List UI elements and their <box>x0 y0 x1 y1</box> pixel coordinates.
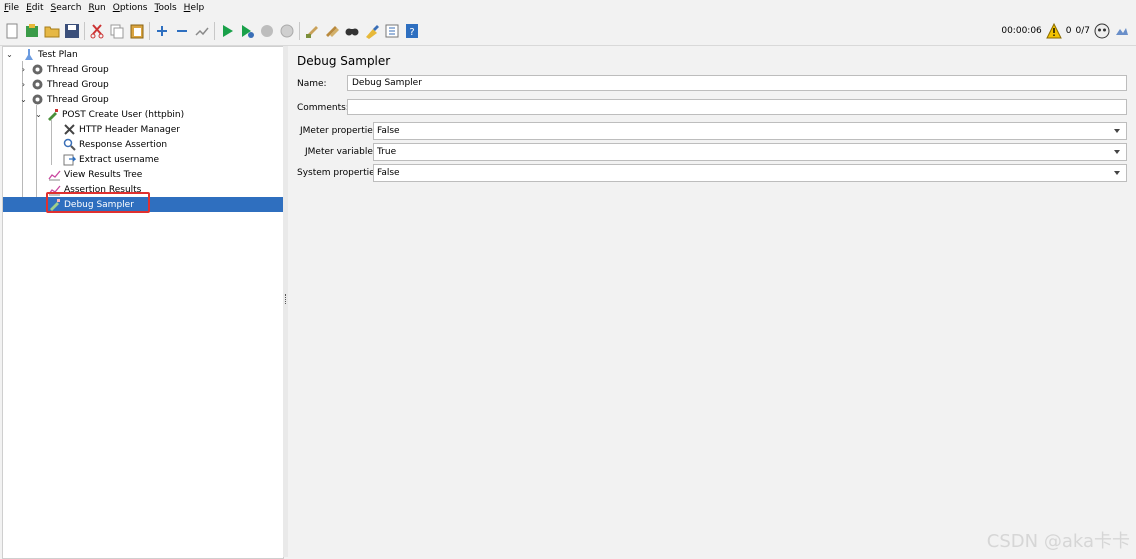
elapsed-timer: 00:00:06 <box>1001 26 1042 36</box>
tree-item-header-manager[interactable]: HTTP Header Manager <box>3 122 283 137</box>
menu-file[interactable]: File <box>0 0 22 16</box>
panel-title: Debug Sampler <box>297 54 391 68</box>
toolbar: ? 00:00:06 0 0/7 <box>0 17 1136 46</box>
jmeter-properties-value: False <box>377 126 400 136</box>
toolbar-separator <box>214 22 215 40</box>
system-properties-label: System properties: <box>297 168 383 178</box>
jmeter-properties-label: JMeter properties: <box>300 126 381 136</box>
search-icon[interactable] <box>344 23 360 39</box>
annotation-highlight-box <box>46 192 150 213</box>
paste-icon[interactable] <box>129 23 145 39</box>
comments-label: Comments: <box>297 103 349 113</box>
svg-text:?: ? <box>409 27 414 38</box>
toolbar-separator <box>149 22 150 40</box>
cut-icon[interactable] <box>89 23 105 39</box>
expand-arrow-icon[interactable]: › <box>19 80 28 89</box>
help-icon[interactable]: ? <box>404 23 420 39</box>
tree-item-thread-group[interactable]: › Thread Group <box>3 77 283 92</box>
collapse-arrow-icon[interactable]: ⌄ <box>19 95 28 104</box>
menu-tools[interactable]: Tools <box>150 0 179 16</box>
copy-icon[interactable] <box>109 23 125 39</box>
chevron-down-icon[interactable] <box>1114 150 1120 154</box>
chevron-down-icon[interactable] <box>1114 171 1120 175</box>
warning-icon[interactable] <box>1045 23 1062 39</box>
gear-icon <box>31 78 44 91</box>
extractor-icon <box>63 153 76 166</box>
menu-edit[interactable]: Edit <box>22 0 46 16</box>
tree-item-test-plan[interactable]: ⌄ Test Plan <box>3 47 283 62</box>
toolbar-separator <box>84 22 85 40</box>
warning-count: 0 <box>1065 26 1072 36</box>
templates-icon[interactable] <box>24 23 40 39</box>
menu-run[interactable]: Run <box>84 0 108 16</box>
clear-icon[interactable] <box>304 23 320 39</box>
start-icon[interactable] <box>219 23 235 39</box>
test-plan-tree[interactable]: ⌄ Test Plan › Thread Group › Thread Grou… <box>2 46 284 559</box>
test-plan-icon <box>22 48 35 61</box>
chart-icon <box>48 168 61 181</box>
new-icon[interactable] <box>4 23 20 39</box>
jmeter-variables-select[interactable]: True <box>373 143 1127 161</box>
run-status: 00:00:06 0 0/7 <box>997 17 1130 45</box>
comments-row: Comments: <box>297 100 349 116</box>
system-properties-select[interactable]: False <box>373 164 1127 182</box>
watermark: CSDN @aka卡卡 <box>986 531 1130 552</box>
collapse-arrow-icon[interactable]: ⌄ <box>34 110 43 119</box>
system-properties-value: False <box>377 168 400 178</box>
magnifier-icon <box>63 138 76 151</box>
status-indicator-icon <box>1094 23 1110 39</box>
name-input[interactable]: Debug Sampler <box>347 75 1127 91</box>
expand-arrow-icon[interactable]: › <box>19 65 28 74</box>
system-properties-row: System properties: <box>297 165 382 181</box>
panel-splitter[interactable] <box>283 46 288 557</box>
tree-item-thread-group[interactable]: ⌄ Thread Group <box>3 92 283 107</box>
function-helper-icon[interactable] <box>384 23 400 39</box>
active-threads: 0/7 <box>1075 26 1090 36</box>
menu-search[interactable]: Search <box>47 0 85 16</box>
open-icon[interactable] <box>44 23 60 39</box>
toolbar-separator <box>299 22 300 40</box>
collapse-arrow-icon[interactable]: ⌄ <box>5 50 14 59</box>
jmeter-variables-label: JMeter variables: <box>305 147 381 157</box>
menu-help[interactable]: Help <box>180 0 208 16</box>
splitter-grip[interactable] <box>285 294 287 304</box>
tools-icon <box>63 123 76 136</box>
comments-input[interactable] <box>347 99 1127 115</box>
start-no-pauses-icon[interactable] <box>239 23 255 39</box>
name-label: Name: <box>297 79 327 89</box>
tree-item-response-assertion[interactable]: Response Assertion <box>3 137 283 152</box>
pipette-icon <box>46 108 59 121</box>
menu-options[interactable]: Options <box>109 0 151 16</box>
shutdown-icon[interactable] <box>279 23 295 39</box>
tree-item-extractor[interactable]: Extract username <box>3 152 283 167</box>
tree-item-http-sampler[interactable]: ⌄ POST Create User (httpbin) <box>3 107 283 122</box>
name-row: Name: <box>297 76 327 92</box>
gear-icon <box>31 63 44 76</box>
log-viewer-icon[interactable] <box>1114 23 1130 39</box>
jmeter-properties-select[interactable]: False <box>373 122 1127 140</box>
chevron-down-icon[interactable] <box>1114 129 1120 133</box>
menu-bar: File Edit Search Run Options Tools Help <box>0 0 1136 16</box>
debug-sampler-panel: Debug Sampler Name: Debug Sampler Commen… <box>289 46 1135 557</box>
reset-search-icon[interactable] <box>364 23 380 39</box>
collapse-all-icon[interactable] <box>174 23 190 39</box>
jmeter-properties-row: JMeter properties: <box>300 123 381 139</box>
tree-item-thread-group[interactable]: › Thread Group <box>3 62 283 77</box>
gear-icon <box>31 93 44 106</box>
jmeter-variables-row: JMeter variables: <box>305 144 381 160</box>
save-icon[interactable] <box>64 23 80 39</box>
toggle-icon[interactable] <box>194 23 210 39</box>
expand-all-icon[interactable] <box>154 23 170 39</box>
jmeter-variables-value: True <box>377 147 397 157</box>
tree-item-view-results-tree[interactable]: View Results Tree <box>3 167 283 182</box>
clear-all-icon[interactable] <box>324 23 340 39</box>
stop-icon[interactable] <box>259 23 275 39</box>
